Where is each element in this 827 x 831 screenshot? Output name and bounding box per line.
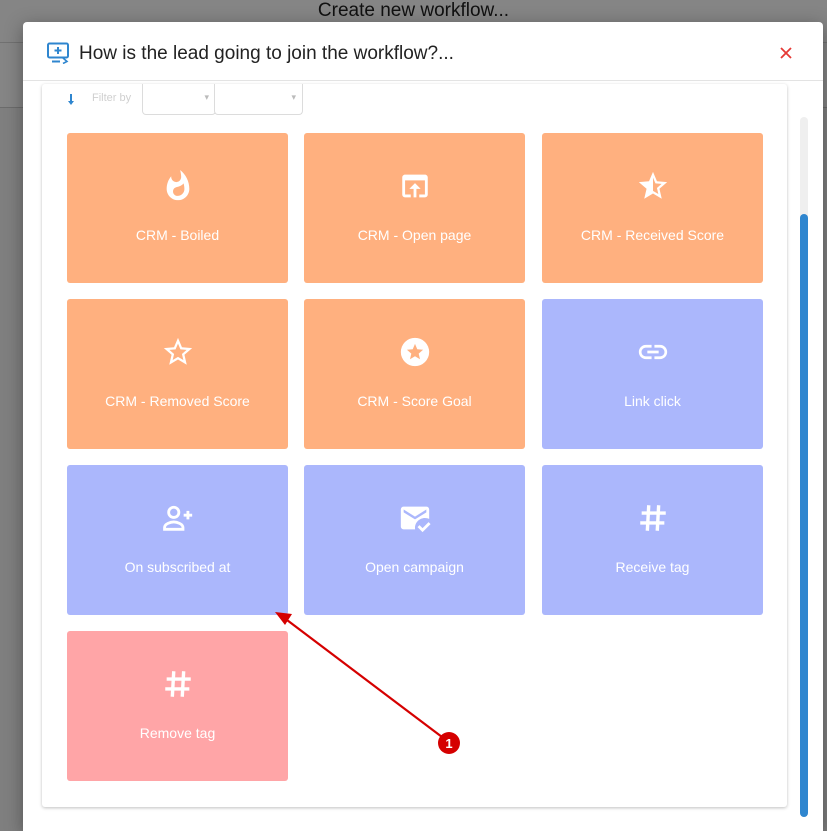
close-icon[interactable] — [777, 44, 795, 62]
mark-email-read-icon — [400, 506, 431, 533]
filter-select-2[interactable]: ▾ — [214, 84, 303, 115]
scrollbar-thumb[interactable] — [800, 214, 808, 817]
tile-label: On subscribed at — [124, 559, 231, 575]
tile-label: CRM - Removed Score — [105, 393, 250, 409]
fire-icon — [166, 169, 189, 201]
tile-label: CRM - Open page — [357, 227, 472, 243]
star-outline-icon — [163, 337, 192, 365]
filter-icon — [68, 94, 74, 105]
filter-label: Filter by — [92, 92, 132, 104]
trigger-tile-receive-tag[interactable]: Receive tag — [542, 465, 763, 615]
trigger-tile-link-click[interactable]: Link click — [542, 299, 763, 449]
trigger-tile-open-campaign[interactable]: Open campaign — [304, 465, 525, 615]
link-icon — [638, 344, 667, 360]
chevron-down-icon: ▾ — [204, 92, 209, 102]
trigger-options-panel: Filter by ▾ ▾ CRM - Boiled CRM - Open pa… — [42, 84, 787, 807]
dialog-title: How is the lead going to join the workfl… — [79, 43, 454, 64]
trigger-tile-crm-score-goal[interactable]: CRM - Score Goal — [304, 299, 525, 449]
filter-row: Filter by ▾ ▾ — [42, 84, 787, 118]
workflow-trigger-dialog: How is the lead going to join the workfl… — [23, 22, 823, 831]
chevron-down-icon: ▾ — [291, 92, 296, 102]
trigger-tile-on-subscribed-at[interactable]: On subscribed at — [67, 465, 288, 615]
trigger-tile-crm-received-score[interactable]: CRM - Received Score — [542, 133, 763, 283]
hashtag-icon — [164, 671, 191, 697]
trigger-tile-crm-boiled[interactable]: CRM - Boiled — [67, 133, 288, 283]
dialog-header: How is the lead going to join the workfl… — [23, 22, 823, 81]
star-half-icon — [638, 171, 667, 199]
tile-label: CRM - Score Goal — [357, 393, 472, 409]
trigger-tile-remove-tag[interactable]: Remove tag — [67, 631, 288, 781]
open-in-browser-icon — [401, 174, 428, 198]
tile-label: CRM - Received Score — [580, 227, 725, 243]
tile-label: Receive tag — [615, 559, 690, 575]
tile-label: Link click — [624, 393, 681, 409]
filter-select-1[interactable]: ▾ — [142, 84, 216, 115]
hashtag-icon — [639, 505, 666, 531]
monitor-plus-icon — [47, 42, 69, 64]
trigger-tile-crm-removed-score[interactable]: CRM - Removed Score — [67, 299, 288, 449]
tile-label: CRM - Boiled — [135, 227, 220, 243]
tile-label: Remove tag — [139, 725, 216, 741]
star-circle-icon — [400, 337, 429, 367]
person-add-icon — [162, 505, 192, 531]
trigger-tile-crm-open-page[interactable]: CRM - Open page — [304, 133, 525, 283]
tile-label: Open campaign — [365, 559, 464, 575]
